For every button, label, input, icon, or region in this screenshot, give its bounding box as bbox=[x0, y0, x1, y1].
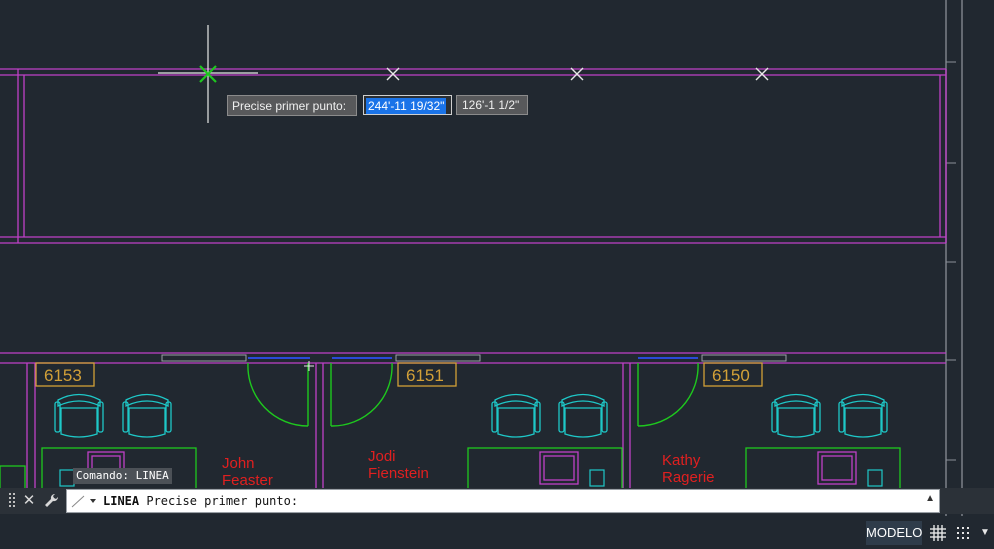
chairs bbox=[54, 393, 888, 438]
dynamic-input-x-value: 244'-11 19/32" bbox=[366, 98, 447, 114]
drawing-canvas[interactable]: 6153 6151 6150 John Feaster Jodi Fienste… bbox=[0, 0, 994, 549]
grid-icon[interactable] bbox=[928, 523, 948, 543]
dynamic-input-y-field[interactable]: 126'-1 1/2" bbox=[456, 95, 528, 115]
wrench-icon[interactable] bbox=[42, 491, 60, 511]
occupant-first-name: John bbox=[222, 455, 255, 472]
viewport-border bbox=[945, 0, 963, 516]
command-prefix-icon[interactable] bbox=[70, 493, 98, 509]
command-prompt: LINEA Precise primer punto: bbox=[103, 490, 298, 512]
chevron-down-icon[interactable]: ▼ bbox=[975, 523, 994, 543]
grip-handle-icon[interactable] bbox=[9, 492, 17, 510]
snap-icon[interactable] bbox=[953, 523, 973, 543]
snap-markers bbox=[386, 67, 769, 81]
occupant-last-name: Feaster bbox=[222, 472, 273, 489]
status-bar bbox=[0, 516, 994, 549]
close-icon[interactable]: ✕ bbox=[20, 491, 38, 511]
dynamic-input-prompt: Precise primer punto: bbox=[227, 95, 357, 116]
occupant-last-name: Ragerie bbox=[662, 469, 715, 486]
room-tags bbox=[35, 362, 763, 387]
occupant-last-name: Fienstein bbox=[368, 465, 429, 482]
room-number: 6151 bbox=[406, 366, 444, 385]
monitors bbox=[87, 451, 857, 485]
dynamic-input-x-field[interactable]: 244'-11 19/32" bbox=[363, 95, 452, 115]
room-number: 6150 bbox=[712, 366, 750, 385]
command-history-line: Comando: LINEA bbox=[73, 468, 172, 484]
model-tab-button[interactable]: MODELO bbox=[866, 521, 922, 545]
history-up-icon[interactable]: ▲ bbox=[925, 493, 935, 504]
occupant-first-name: Kathy bbox=[662, 452, 701, 469]
phones bbox=[59, 469, 883, 487]
command-input[interactable]: LINEA Precise primer punto: ▲ bbox=[66, 489, 940, 513]
viewport-ticks bbox=[946, 61, 956, 461]
occupant-first-name: Jodi bbox=[368, 448, 396, 465]
command-prompt-text: Precise primer punto: bbox=[146, 494, 299, 508]
room-number: 6153 bbox=[44, 366, 82, 385]
command-name: LINEA bbox=[103, 494, 140, 508]
